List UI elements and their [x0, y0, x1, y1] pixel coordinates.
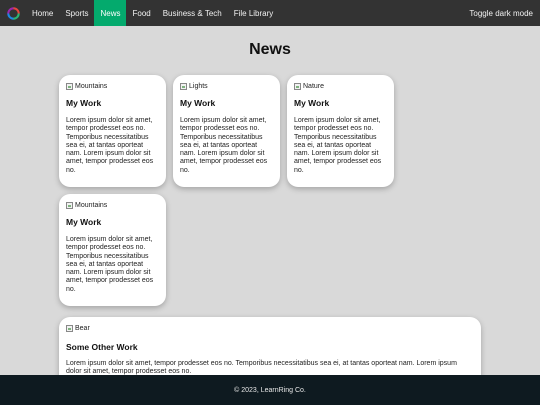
card-title: My Work [66, 217, 102, 227]
main-nav: Home Sports News Food Business & Tech Fi… [26, 0, 279, 26]
toggle-dark-mode-button[interactable]: Toggle dark mode [462, 0, 540, 26]
broken-image-icon [66, 201, 73, 209]
card-text: Lorem ipsum dolor sit amet, tempor prode… [66, 236, 154, 293]
card-image-alt: Bear [75, 324, 90, 332]
card-text: Lorem ipsum dolor sit amet, tempor prode… [180, 117, 268, 174]
card-image-alt: Mountains [75, 201, 108, 209]
card-image-alt: Mountains [75, 82, 108, 90]
card-title: My Work [180, 98, 216, 108]
card-text: Lorem ipsum dolor sit amet, tempor prode… [294, 117, 382, 174]
card-title: Some Other Work [66, 342, 138, 352]
card-image: Bear [66, 323, 474, 333]
nav-item-file-library[interactable]: File Library [228, 0, 280, 26]
card-image-alt: Nature [303, 82, 325, 90]
nav-item-business-tech[interactable]: Business & Tech [157, 0, 228, 26]
broken-image-icon [66, 82, 73, 90]
card-title: My Work [294, 98, 330, 108]
card-image-alt: Lights [189, 82, 208, 90]
nav-item-sports[interactable]: Sports [59, 0, 94, 26]
card-image: Mountains [66, 81, 159, 91]
news-card: Nature My Work Lorem ipsum dolor sit ame… [287, 75, 394, 187]
card-text: Lorem ipsum dolor sit amet, tempor prode… [66, 117, 154, 174]
card-image: Mountains [66, 200, 159, 210]
nav-item-news[interactable]: News [94, 0, 127, 26]
card-image: Nature [294, 81, 387, 91]
nav-item-food[interactable]: Food [126, 0, 156, 26]
broken-image-icon [180, 82, 187, 90]
page-title: News [249, 41, 291, 58]
footer: © 2023, LearnRing Co. [0, 375, 540, 405]
card-title: My Work [66, 98, 102, 108]
news-card: Mountains My Work Lorem ipsum dolor sit … [59, 75, 166, 187]
card-image: Lights [180, 81, 273, 91]
footer-copyright: © 2023, LearnRing Co. [234, 386, 306, 394]
broken-image-icon [294, 82, 301, 90]
nav-item-home[interactable]: Home [26, 0, 59, 26]
news-card: Lights My Work Lorem ipsum dolor sit ame… [173, 75, 280, 187]
top-navigation-bar: Home Sports News Food Business & Tech Fi… [0, 0, 540, 26]
news-card: Mountains My Work Lorem ipsum dolor sit … [59, 194, 166, 306]
broken-image-icon [66, 324, 73, 332]
ring-logo-icon[interactable] [0, 0, 26, 26]
